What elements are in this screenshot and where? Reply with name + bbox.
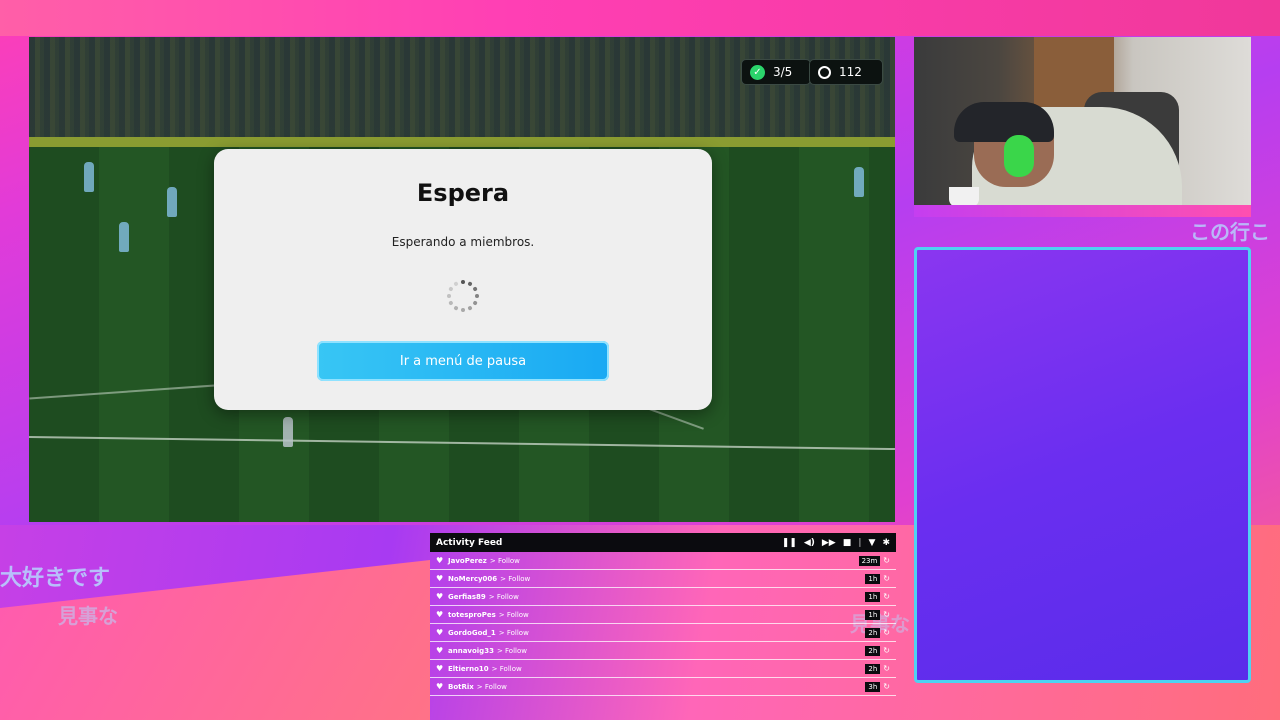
pause-menu-button[interactable]: Ir a menú de pausa [317,341,609,381]
members-count: 3/5 [773,65,793,79]
player-figure [119,222,129,252]
feed-timestamp: 2h [865,645,881,656]
feed-action: > Follow [500,574,531,583]
feed-username: JavoPerez [448,556,487,565]
list-item[interactable]: ♥ Gerfias89 > Follow 1h ↻ [430,588,896,606]
list-item[interactable]: ♥ GordoGod_1 > Follow 2h ↻ [430,624,896,642]
overlay-japanese-text: 見事な [58,604,118,628]
pause-icon[interactable]: ❚❚ [782,538,797,548]
player-figure [854,167,864,197]
player-figure [84,162,94,192]
feed-username: annavoig33 [448,646,494,655]
timer-value: 112 [839,65,862,79]
list-item[interactable]: ♥ NoMercy006 > Follow 1h ↻ [430,570,896,588]
feed-username: NoMercy006 [448,574,498,583]
feed-timestamp: 2h [865,627,881,638]
replay-icon[interactable]: ↻ [883,592,890,601]
feed-action: > Follow [491,664,522,673]
heart-icon: ♥ [436,682,444,691]
activity-feed-list: ♥ JavoPerez > Follow 23m ↻ ♥ NoMercy006 > Follo… [430,552,896,696]
dialog-message: Esperando a miembros. [391,235,535,249]
divider: | [858,537,862,548]
cup-icon [949,187,979,207]
overlay-japanese-text: 大好きです [0,566,111,591]
player-figure [167,187,177,217]
player-figure [283,417,293,447]
feed-username: Gerfias89 [448,592,486,601]
feed-action: > Follow [498,610,529,619]
background-top-stripe [0,0,1280,36]
feed-action: > Follow [476,682,507,691]
volume-icon[interactable]: ◀) [804,538,815,548]
heart-icon: ♥ [436,574,444,583]
feed-action: > Follow [489,556,520,565]
feed-action: > Follow [488,592,519,601]
activity-feed: Activity Feed ❚❚ ◀) ▶▶ ■ | ▼ ✱ ♥ JavoPere… [430,533,896,720]
replay-icon[interactable]: ↻ [883,664,890,673]
feed-username: GordoGod_1 [448,628,496,637]
heart-icon: ♥ [436,592,444,601]
list-item[interactable]: ♥ JavoPerez > Follow 23m ↻ [430,552,896,570]
replay-icon[interactable]: ↻ [883,646,890,655]
heart-icon: ♥ [436,610,444,619]
heart-icon: ♥ [436,556,444,565]
replay-icon[interactable]: ↻ [883,628,890,637]
feed-timestamp: 2h [865,663,881,674]
list-item[interactable]: ♥ Eltierno10 > Follow 2h ↻ [430,660,896,678]
waiting-dialog: Espera Esperando a miembros. Ir a menú d… [214,149,712,410]
filter-icon[interactable]: ▼ [869,538,876,548]
list-item[interactable]: ♥ BotRix > Follow 3h ↻ [430,678,896,696]
feed-username: totesproPes [448,610,496,619]
stadium-crowd [29,37,895,137]
feed-timestamp: 23m [858,555,881,566]
dialog-title: Espera [416,179,510,207]
heart-icon: ♥ [436,628,444,637]
stadium-adboards [29,137,895,147]
list-item[interactable]: ♥ totesproPes > Follow 1h ↻ [430,606,896,624]
countdown-timer: 112 [809,59,883,85]
game-capture: ✓ 3/5 112 Espera Esperando a miembros. I… [29,37,895,522]
webcam-feed [914,37,1251,217]
feed-timestamp: 1h [865,591,881,602]
activity-feed-header: Activity Feed ❚❚ ◀) ▶▶ ■ | ▼ ✱ [430,533,896,552]
replay-icon[interactable]: ↻ [883,682,890,691]
replay-icon[interactable]: ↻ [883,610,890,619]
skip-icon[interactable]: ▶▶ [822,538,836,548]
feed-action: > Follow [498,628,529,637]
streamer-cap [954,102,1054,142]
check-icon: ✓ [750,64,765,80]
timer-icon [818,65,831,79]
heart-icon: ♥ [436,646,444,655]
feed-timestamp: 1h [865,573,881,584]
list-item[interactable]: ♥ annavoig33 > Follow 2h ↻ [430,642,896,660]
gear-icon[interactable]: ✱ [882,538,890,548]
feed-username: Eltierno10 [448,664,489,673]
feed-timestamp: 1h [865,609,881,620]
members-ready-indicator: ✓ 3/5 [741,59,811,85]
overlay-japanese-text: この行こ [1190,220,1270,244]
trash-icon[interactable]: ■ [843,538,852,548]
loading-spinner-icon [447,280,479,312]
webcam-frame-bottom [914,205,1251,217]
activity-feed-title: Activity Feed [436,537,503,548]
headset-icon [1004,135,1034,177]
feed-timestamp: 3h [865,681,881,692]
heart-icon: ♥ [436,664,444,673]
replay-icon[interactable]: ↻ [883,574,890,583]
replay-icon[interactable]: ↻ [883,556,890,565]
side-panel [914,247,1251,683]
feed-username: BotRix [448,682,474,691]
feed-action: > Follow [496,646,527,655]
